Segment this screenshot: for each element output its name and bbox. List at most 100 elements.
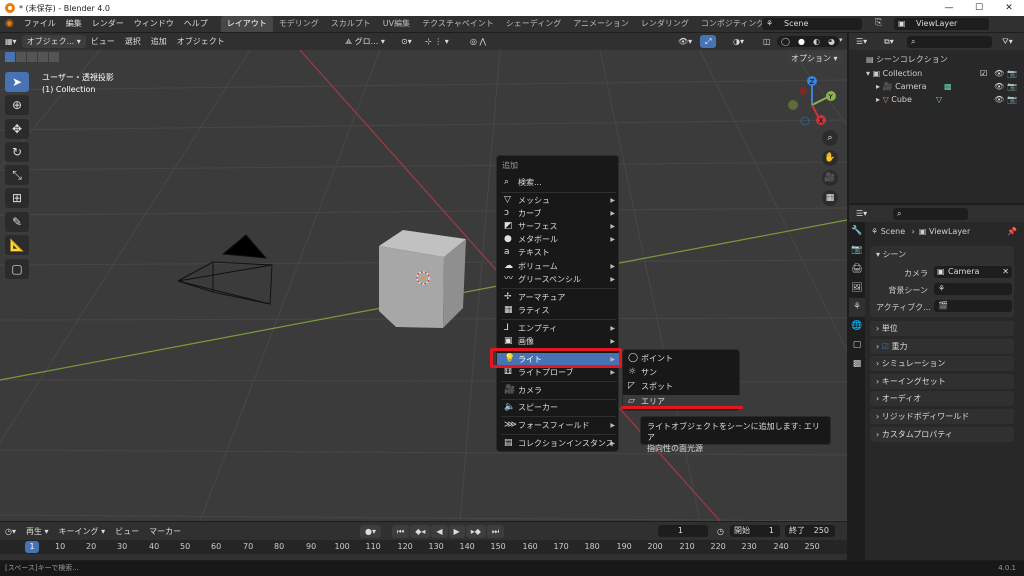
add-menu-item-speaker[interactable]: 🔈 スピーカー [497, 401, 620, 414]
tab-texture-paint[interactable]: テクスチャペイント [416, 16, 500, 32]
output-tab-icon[interactable]: 🖨 [849, 260, 865, 279]
texture-tab-icon[interactable]: ▩ [849, 355, 865, 374]
current-frame-field[interactable]: 1 [658, 525, 708, 537]
wireframe-shading-icon[interactable]: ◯ [781, 37, 790, 46]
menu-keying[interactable]: キーイング ▾ [54, 525, 111, 538]
close-button[interactable]: ✕ [994, 0, 1024, 16]
panel-units[interactable]: › 単位 [870, 321, 1014, 336]
light-point-item[interactable]: ◯ ポイント [623, 352, 741, 365]
menu-marker[interactable]: マーカー [144, 525, 186, 538]
blender-menu-icon[interactable]: ◉ [0, 16, 19, 32]
add-menu-item-surface[interactable]: ◩ サーフェス ▶ [497, 220, 620, 233]
panel-audio[interactable]: › オーディオ [870, 391, 1014, 406]
proportional-edit-icon[interactable]: ◎ ⋀ [465, 35, 491, 48]
render-camera-icon[interactable]: 📷 [1007, 93, 1017, 106]
select-extend-icon[interactable] [16, 52, 26, 62]
menu-playback[interactable]: 再生 ▾ [21, 525, 54, 538]
visibility-icon[interactable]: 👁▾ [673, 35, 697, 48]
scale-tool-icon[interactable]: ⤡ [5, 165, 29, 185]
prev-keyframe-icon[interactable]: ◆◂ [410, 525, 431, 538]
menu-help[interactable]: ヘルプ [179, 16, 213, 32]
properties-editor-type-icon[interactable]: ☰▾ [851, 207, 872, 220]
xray-icon[interactable]: ◫ [758, 35, 776, 48]
eye-icon[interactable]: 👁 [994, 67, 1004, 80]
select-invert-icon[interactable] [38, 52, 48, 62]
orientation-dropdown[interactable]: ⟁ グロ... ▾ [340, 35, 390, 48]
tab-animation[interactable]: アニメーション [567, 16, 635, 32]
add-menu-item-camera[interactable]: 🎥 カメラ [497, 384, 620, 397]
add-menu-item-empty[interactable]: ⅃ エンプティ ▶ [497, 322, 620, 335]
menu-window[interactable]: ウィンドウ [129, 16, 179, 32]
select-subtract-icon[interactable] [27, 52, 37, 62]
material-shading-icon[interactable]: ◐ [813, 37, 820, 46]
minimize-button[interactable]: — [934, 0, 964, 16]
light-sun-item[interactable]: ☼ サン [623, 366, 741, 379]
tab-shading[interactable]: シェーディング [500, 16, 567, 32]
tab-modeling[interactable]: モデリング [273, 16, 325, 32]
options-dropdown[interactable]: オプション ▾ [786, 52, 843, 65]
add-menu-item-lattice[interactable]: ▦ ラティス [497, 304, 620, 317]
collection-tab-icon[interactable]: ▢ [849, 336, 865, 355]
add-cube-tool-icon[interactable]: ▢ [5, 259, 29, 279]
rotate-tool-icon[interactable]: ↻ [5, 142, 29, 162]
outliner-row-collection[interactable]: ▾ ▣ Collection ☑ 👁 📷 [866, 67, 1024, 80]
navigation-gizmo[interactable]: Z Y X [785, 75, 840, 130]
jump-start-icon[interactable]: ⏮ [392, 525, 410, 538]
world-tab-icon[interactable]: 🌐 [849, 317, 865, 336]
add-menu-item-armature[interactable]: ✢ アーマチュア [497, 291, 620, 304]
select-box-tool-icon[interactable]: ➤ [5, 72, 29, 92]
rendered-shading-icon[interactable]: ◕ [828, 37, 835, 46]
menu-view[interactable]: ビュー [86, 35, 120, 48]
pivot-icon[interactable]: ⊙▾ [396, 35, 417, 48]
camera-view-icon[interactable]: 🎥 [822, 170, 838, 186]
add-menu-item-collection-instance[interactable]: ▤ コレクションインスタンス ▶ [497, 437, 620, 450]
properties-search-input[interactable]: ⌕ [893, 208, 968, 220]
tab-rendering[interactable]: レンダリング [635, 16, 695, 32]
scene-panel-header[interactable]: ▾ シーン [870, 246, 1014, 263]
outliner-scene-collection[interactable]: ▤ シーンコレクション [866, 54, 948, 65]
tab-layout[interactable]: レイアウト [220, 16, 273, 32]
render-tab-icon[interactable]: 📷 [849, 241, 865, 260]
transform-tool-icon[interactable]: ⊞ [5, 188, 29, 208]
add-menu-item-volume[interactable]: ☁ ボリューム ▶ [497, 260, 620, 273]
display-mode-icon[interactable]: ⧉▾ [879, 35, 899, 48]
background-scene-field[interactable]: ⚘ [934, 283, 1012, 295]
panel-keying-sets[interactable]: › キーイングセット [870, 374, 1014, 389]
menu-render[interactable]: レンダー [87, 16, 129, 32]
panel-gravity[interactable]: › ☑ 重力 [870, 339, 1014, 354]
next-keyframe-icon[interactable]: ▸◆ [465, 525, 486, 538]
menu-timeline-view[interactable]: ビュー [110, 525, 144, 538]
move-tool-icon[interactable]: ✥ [5, 119, 29, 139]
render-camera-icon[interactable]: 📷 [1007, 80, 1017, 93]
add-menu-item-text[interactable]: a テキスト [497, 246, 620, 259]
editor-type-icon[interactable]: ▦▾ [0, 35, 22, 48]
tab-sculpt[interactable]: スカルプト [325, 16, 377, 32]
grid-view-icon[interactable]: ▦ [822, 190, 838, 206]
checkbox-icon[interactable]: ☑ [980, 67, 987, 80]
menu-edit[interactable]: 編集 [61, 16, 87, 32]
add-menu-search[interactable]: ⌕ 検索... [497, 176, 620, 189]
new-scene-icon[interactable]: ⎘ [875, 18, 882, 28]
timeline-editor-type-icon[interactable]: ◷▾ [0, 525, 21, 538]
gravity-checkbox-icon[interactable]: ☑ [882, 342, 889, 351]
filter-icon[interactable]: ⛛▾ [997, 35, 1018, 48]
outliner-row-cube[interactable]: ▸ ▽ Cube ▽ 👁 📷 [876, 93, 1024, 106]
menu-object[interactable]: オブジェクト [172, 35, 230, 48]
render-camera-icon[interactable]: 📷 [1007, 67, 1017, 80]
outliner-search-input[interactable]: ⌕ [907, 36, 992, 48]
panel-custom-properties[interactable]: › カスタムプロパティ [870, 427, 1014, 442]
solid-shading-icon[interactable]: ● [798, 37, 805, 46]
view-layer-tab-icon[interactable]: 🖼 [849, 279, 865, 298]
clear-icon[interactable]: ✕ [1002, 266, 1009, 278]
tab-compositing[interactable]: コンポジティング [695, 16, 771, 32]
snap-icon[interactable]: ⊹ ⋮ ▾ [420, 35, 454, 48]
add-menu-item-grease-pencil[interactable]: 〰グリースペンシル ▶ [497, 273, 620, 286]
maximize-button[interactable]: ☐ [964, 0, 994, 16]
camera-field[interactable]: ▣ Camera ✕ [934, 266, 1012, 278]
menu-file[interactable]: ファイル [19, 16, 61, 32]
start-frame-field[interactable]: 開始 1 [730, 525, 780, 537]
jump-end-icon[interactable]: ⏭ [486, 525, 505, 538]
tab-uv-edit[interactable]: UV編集 [377, 16, 416, 32]
annotate-tool-icon[interactable]: ✎ [5, 212, 29, 232]
end-frame-field[interactable]: 終了 250 [785, 525, 835, 537]
